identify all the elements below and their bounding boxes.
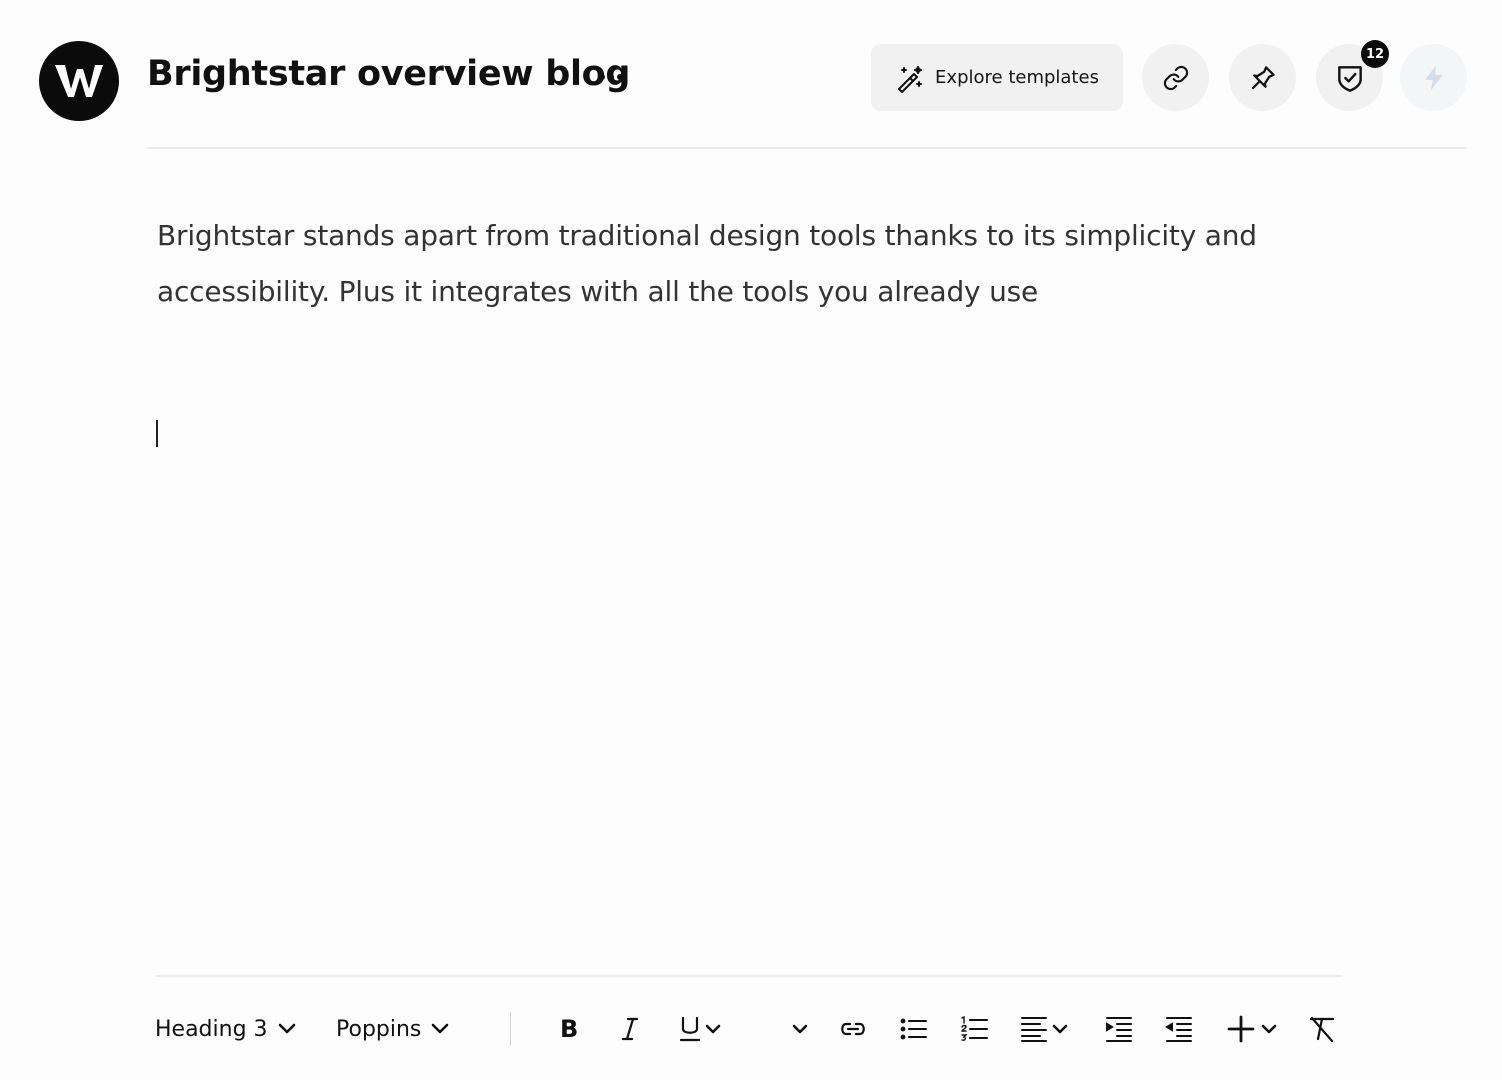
more-horizontal-icon	[599, 74, 623, 80]
bullet-list-icon	[900, 1018, 927, 1040]
font-dropdown[interactable]: Poppins	[336, 1006, 455, 1052]
pin-button[interactable]	[1229, 44, 1296, 111]
insert-dropdown[interactable]	[1226, 1006, 1282, 1052]
header-divider	[147, 147, 1467, 149]
text-color-dropdown[interactable]	[788, 1006, 814, 1052]
italic-icon	[621, 1017, 639, 1041]
notification-badge: 12	[1361, 40, 1389, 68]
workspace-logo[interactable]	[39, 41, 119, 121]
outdent-button[interactable]	[1165, 1006, 1193, 1052]
plus-icon	[1227, 1015, 1255, 1043]
indent-button[interactable]	[1105, 1006, 1133, 1052]
toolbar-separator	[510, 1012, 511, 1046]
clear-formatting-icon	[1309, 1016, 1335, 1043]
align-dropdown[interactable]	[1020, 1006, 1072, 1052]
document-title[interactable]: Brightstar overview blog	[147, 54, 630, 94]
text-style-dropdown[interactable]: Heading 3	[155, 1006, 302, 1052]
clear-formatting-button[interactable]	[1308, 1006, 1336, 1052]
chevron-down-icon	[792, 1024, 808, 1034]
toolbar-divider	[156, 975, 1343, 977]
numbered-list-icon	[961, 1015, 988, 1041]
link-icon	[1163, 65, 1188, 90]
explore-templates-button[interactable]: Explore templates	[871, 44, 1123, 111]
insert-link-button[interactable]	[838, 1006, 868, 1052]
chevron-down-icon	[1052, 1024, 1068, 1034]
align-left-icon	[1021, 1017, 1047, 1042]
more-options-button[interactable]	[596, 62, 626, 92]
numbered-list-button[interactable]	[959, 1006, 989, 1052]
chevron-down-icon	[705, 1024, 721, 1034]
chevron-down-icon	[432, 1023, 449, 1034]
automation-button[interactable]	[1400, 44, 1467, 111]
bold-button[interactable]: B	[560, 1006, 578, 1052]
explore-templates-label: Explore templates	[935, 67, 1099, 88]
lightning-icon	[1424, 65, 1443, 90]
chevron-down-icon	[278, 1023, 295, 1034]
shield-check-icon	[1337, 65, 1362, 92]
underline-icon	[679, 1016, 701, 1042]
outdent-icon	[1165, 1017, 1192, 1042]
font-label: Poppins	[336, 1016, 422, 1042]
logo-w-icon	[55, 65, 103, 97]
underline-button[interactable]	[678, 1006, 726, 1052]
text-style-label: Heading 3	[155, 1016, 268, 1042]
chevron-down-icon	[1261, 1024, 1277, 1034]
italic-button[interactable]	[620, 1006, 640, 1052]
magic-wand-icon	[898, 65, 923, 93]
bullet-list-button[interactable]	[899, 1006, 929, 1052]
copy-link-button[interactable]	[1142, 44, 1209, 111]
bold-icon: B	[560, 1015, 579, 1043]
editor-paragraph[interactable]: Brightstar stands apart from traditional…	[157, 208, 1347, 320]
pin-icon	[1251, 65, 1275, 89]
text-caret	[156, 420, 158, 447]
indent-icon	[1106, 1017, 1132, 1042]
link-icon	[841, 1022, 865, 1036]
